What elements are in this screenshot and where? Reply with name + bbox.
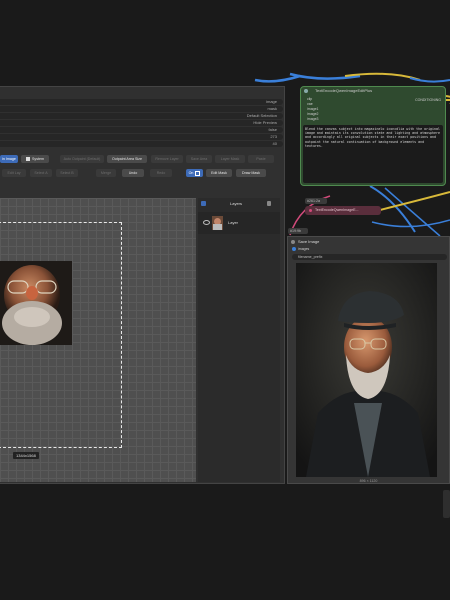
node-badge: #261:2a xyxy=(305,198,327,204)
edit-mask-button[interactable]: Edit Mask xyxy=(206,169,232,177)
system-button[interactable]: System xyxy=(21,155,49,163)
node-dot-icon xyxy=(309,209,312,212)
canvas-size-label: 1344x1568 xyxy=(13,452,39,459)
node-inputs: clip vae image1 image2 image3 xyxy=(307,97,318,122)
system-icon xyxy=(26,157,30,162)
save-node-badge: #19:9b xyxy=(288,228,308,234)
prop-number-a[interactable]: 273 xyxy=(0,134,283,140)
merge-button[interactable]: Merge xyxy=(96,169,116,177)
filename-prefix-field[interactable]: filename_prefix xyxy=(292,254,447,260)
collapsed-text-encode-node[interactable]: TextEncodeQwenImageE... xyxy=(305,206,381,215)
output-conditioning[interactable]: CONDITIONING xyxy=(415,98,441,102)
prop-toggle[interactable]: false xyxy=(0,127,283,133)
layer-mask-button[interactable]: Layer Mask xyxy=(215,155,245,163)
outpaint-area-button[interactable]: Outpaint Area Size xyxy=(107,155,147,163)
layer-row[interactable]: Layer xyxy=(198,212,280,234)
prop-image[interactable]: image xyxy=(0,99,283,105)
output-dimensions: 896 × 1120 xyxy=(359,479,378,483)
auto-outpaint-button[interactable]: Auto Outpaint (Default) xyxy=(60,155,104,163)
checkbox-icon xyxy=(195,170,201,176)
input-image3[interactable]: image3 xyxy=(307,117,318,122)
layer-thumbnail xyxy=(212,216,223,230)
prop-number-b[interactable]: 40 xyxy=(0,141,283,147)
prop-selection[interactable]: Default Selection xyxy=(0,113,283,119)
prop-preview[interactable]: Hide Preview xyxy=(0,120,283,126)
save-area-button[interactable]: Save Area xyxy=(186,155,212,163)
prompt-textarea[interactable]: Blend the canvas subject into magazinelo… xyxy=(303,125,443,183)
select-b-button[interactable]: Select B xyxy=(56,169,78,177)
paste-button[interactable]: Paste xyxy=(248,155,274,163)
images-input-dot[interactable] xyxy=(292,247,296,251)
mask-toggle-button[interactable]: On xyxy=(186,169,203,177)
output-image-preview[interactable] xyxy=(296,263,437,477)
edit-layer-button[interactable]: Edit Lay xyxy=(2,169,26,177)
text-encode-node-title: TextEncodeQwenImageEditPlus xyxy=(315,88,373,93)
prop-mask[interactable]: mask xyxy=(0,106,283,112)
layers-title: Layers xyxy=(230,201,243,206)
draw-mask-button[interactable]: Draw Mask xyxy=(236,169,266,177)
canvas-portrait-image[interactable] xyxy=(0,261,72,345)
trash-icon[interactable] xyxy=(267,201,271,206)
save-node-title: Save Image xyxy=(298,239,320,244)
layers-panel: Layers Layer xyxy=(198,198,280,482)
layer-name: Layer xyxy=(228,220,239,225)
save-image-node[interactable]: Save Image images filename_prefix 896 × … xyxy=(287,236,450,484)
select-a-button[interactable]: Select A xyxy=(30,169,52,177)
images-input-label: images xyxy=(298,247,310,251)
redo-button[interactable]: Redo xyxy=(150,169,172,177)
text-encode-node[interactable]: TextEncodeQwenImageEditPlus clip vae ima… xyxy=(300,86,446,186)
layers-toggle-icon[interactable] xyxy=(201,201,206,206)
undo-button[interactable]: Undo xyxy=(122,169,144,177)
eye-icon[interactable] xyxy=(203,220,210,225)
node-collapse-icon[interactable] xyxy=(291,240,295,244)
canvas-menu-widget[interactable] xyxy=(443,490,450,518)
image-button[interactable]: in Image xyxy=(0,155,18,163)
remove-layer-button[interactable]: Remove Layer xyxy=(151,155,183,163)
